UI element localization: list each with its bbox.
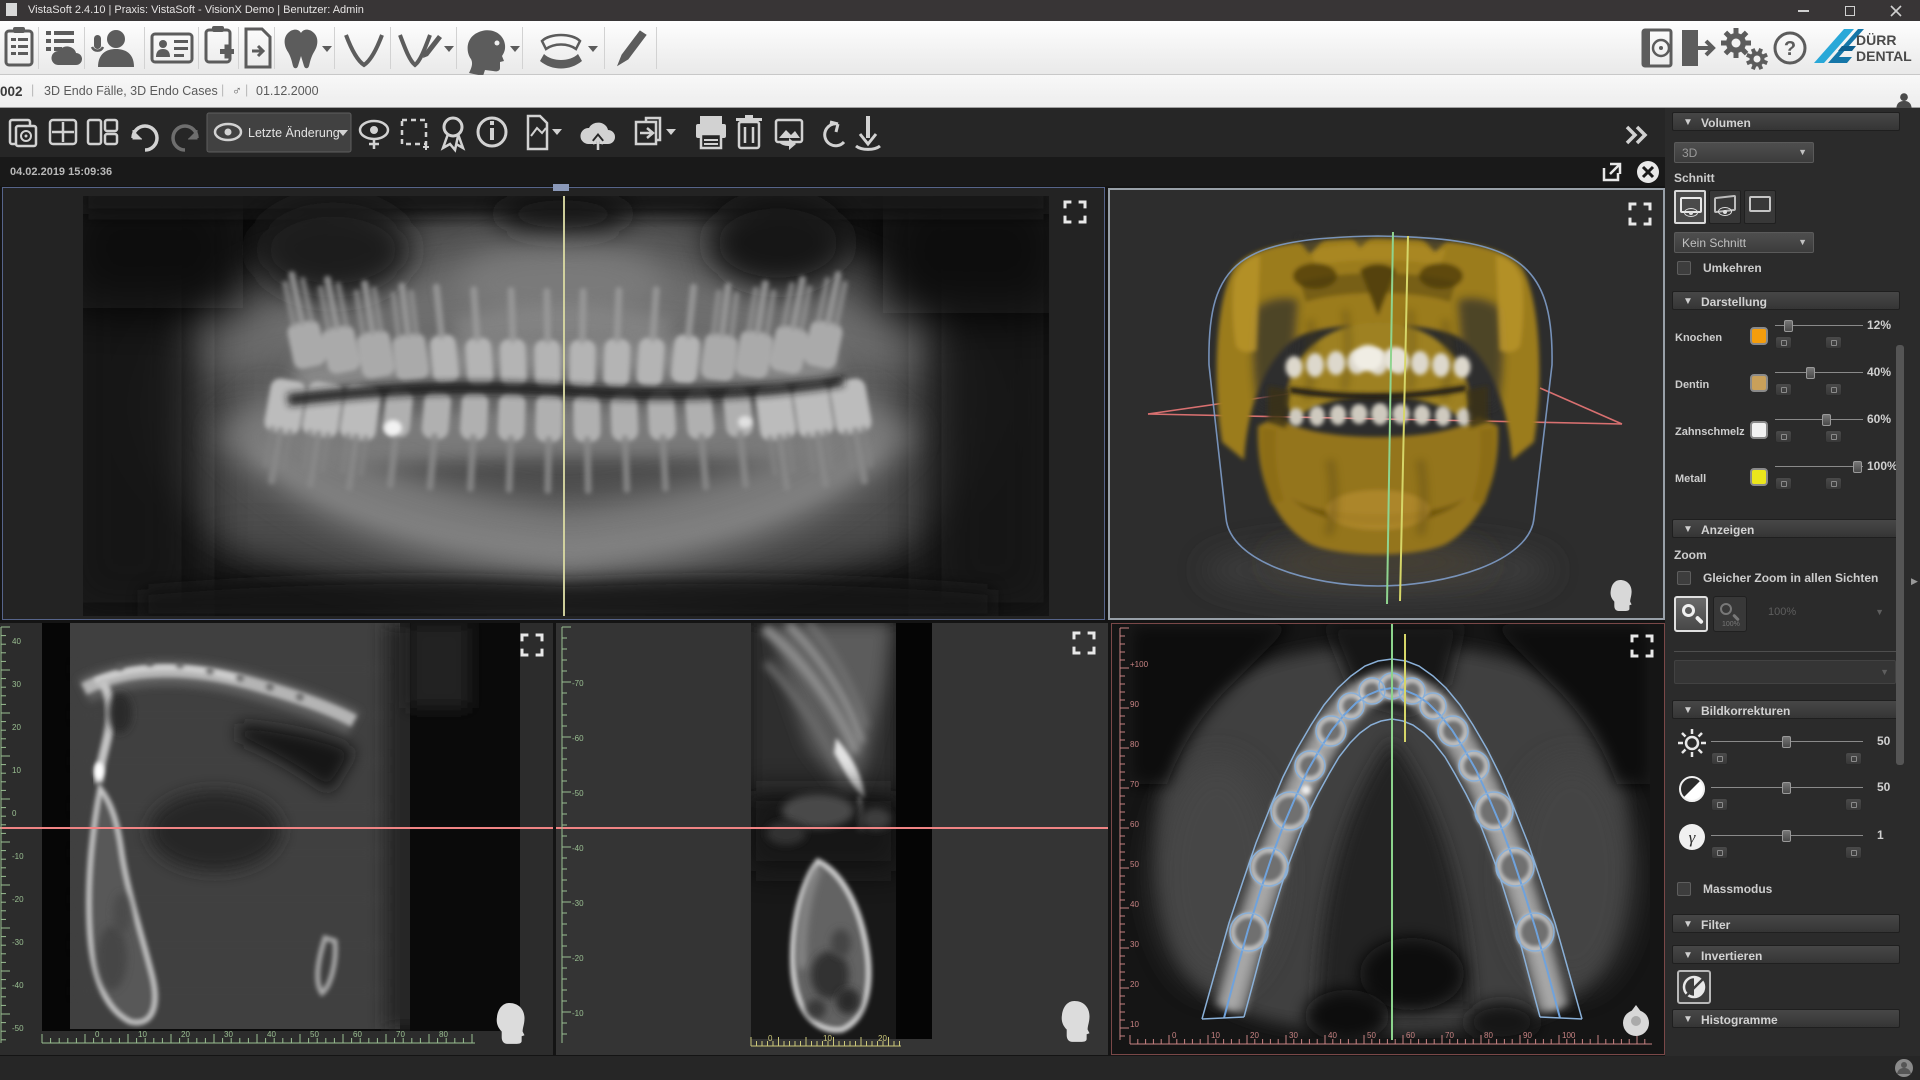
svg-text:100: 100 — [1562, 1031, 1576, 1040]
svg-text:10: 10 — [138, 1030, 147, 1039]
svg-text:-50: -50 — [12, 1024, 24, 1033]
svg-text:40: 40 — [1130, 900, 1139, 909]
svg-text:20: 20 — [1250, 1031, 1259, 1040]
svg-text:60: 60 — [353, 1030, 362, 1039]
svg-text:20: 20 — [1130, 980, 1139, 989]
svg-text:60: 60 — [1130, 820, 1139, 829]
svg-text:40: 40 — [267, 1030, 276, 1039]
svg-text:60: 60 — [1406, 1031, 1415, 1040]
svg-text:50: 50 — [1367, 1031, 1376, 1040]
svg-text:80: 80 — [1484, 1031, 1493, 1040]
svg-text:-20: -20 — [12, 895, 24, 904]
svg-text:-10: -10 — [572, 1009, 584, 1018]
svg-text:90: 90 — [1523, 1031, 1532, 1040]
svg-text:-40: -40 — [572, 844, 584, 853]
svg-text:50: 50 — [310, 1030, 319, 1039]
svg-text:10: 10 — [12, 766, 21, 775]
svg-text:80: 80 — [439, 1030, 448, 1039]
svg-text:30: 30 — [1289, 1031, 1298, 1040]
svg-text:40: 40 — [12, 637, 21, 646]
svg-text:10: 10 — [1211, 1031, 1220, 1040]
svg-text:-10: -10 — [12, 852, 24, 861]
svg-text:DENTAL: DENTAL — [1856, 48, 1912, 64]
svg-text:40: 40 — [1328, 1031, 1337, 1040]
svg-text:30: 30 — [12, 680, 21, 689]
svg-text:70: 70 — [1130, 780, 1139, 789]
svg-text:-60: -60 — [572, 734, 584, 743]
svg-text:10: 10 — [823, 1034, 832, 1043]
svg-text:80: 80 — [1130, 740, 1139, 749]
svg-text:20: 20 — [12, 723, 21, 732]
svg-text:0: 0 — [95, 1030, 100, 1039]
svg-text:-30: -30 — [12, 938, 24, 947]
svg-text:-70: -70 — [572, 679, 584, 688]
svg-text:70: 70 — [1445, 1031, 1454, 1040]
svg-text:-20: -20 — [572, 954, 584, 963]
svg-text:0: 0 — [12, 809, 17, 818]
svg-text:70: 70 — [396, 1030, 405, 1039]
svg-text:0: 0 — [1172, 1031, 1177, 1040]
svg-text:-30: -30 — [572, 899, 584, 908]
svg-text:50: 50 — [1130, 860, 1139, 869]
svg-text:?: ? — [1784, 38, 1796, 60]
svg-text:30: 30 — [1130, 940, 1139, 949]
svg-text:20: 20 — [181, 1030, 190, 1039]
svg-text:-50: -50 — [572, 789, 584, 798]
svg-text:+100: +100 — [1130, 660, 1149, 669]
svg-text:0: 0 — [768, 1034, 773, 1043]
svg-text:10: 10 — [1130, 1020, 1139, 1029]
svg-text:Letzte Änderung: Letzte Änderung — [248, 126, 340, 140]
svg-text:20: 20 — [878, 1034, 887, 1043]
svg-text:30: 30 — [224, 1030, 233, 1039]
svg-text:90: 90 — [1130, 700, 1139, 709]
svg-text:DÜRR: DÜRR — [1856, 32, 1896, 48]
svg-text:-40: -40 — [12, 981, 24, 990]
